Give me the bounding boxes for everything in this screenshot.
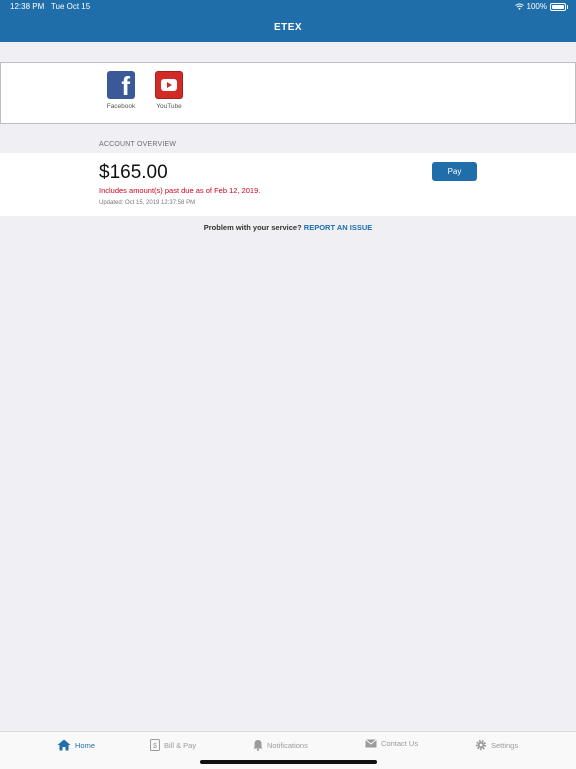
tab-notifications-label: Notifications	[267, 740, 308, 750]
wifi-icon	[514, 3, 524, 10]
status-indicators: 100%	[514, 2, 568, 11]
youtube-label: YouTube	[156, 103, 182, 110]
facebook-label: Facebook	[106, 103, 136, 110]
bell-icon	[253, 740, 263, 751]
report-issue-link[interactable]: REPORT AN ISSUE	[304, 223, 372, 232]
battery-percent: 100%	[526, 2, 547, 11]
past-due-notice: Includes amount(s) past due as of Feb 12…	[99, 186, 261, 195]
problem-banner: Problem with your service? REPORT AN ISS…	[0, 223, 576, 232]
account-overview-heading: ACCOUNT OVERVIEW	[99, 141, 177, 148]
bill-icon: $	[150, 739, 160, 751]
gear-icon	[475, 739, 487, 751]
tab-home-label: Home	[75, 740, 96, 750]
tab-settings[interactable]: Settings	[475, 739, 518, 751]
tab-home[interactable]: Home	[57, 739, 95, 751]
tab-settings-label: Settings	[491, 740, 519, 750]
tab-notifications[interactable]: Notifications	[253, 739, 308, 751]
tab-contact-us-label: Contact Us	[381, 739, 419, 748]
account-balance: $165.00	[99, 162, 168, 183]
social-links-card: f Facebook YouTube	[0, 62, 576, 124]
status-time-text: 12:38 PM	[10, 2, 45, 11]
updated-timestamp: Updated: Oct 15, 2019 12:37:58 PM	[99, 200, 196, 206]
envelope-icon	[365, 739, 377, 748]
home-icon	[57, 739, 71, 751]
youtube-link[interactable]: YouTube	[149, 71, 189, 110]
youtube-icon	[155, 71, 183, 99]
app-title: ETEX	[273, 22, 303, 33]
facebook-link[interactable]: f Facebook	[101, 71, 141, 110]
battery-icon	[550, 2, 568, 11]
account-overview-card: $165.00 Includes amount(s) past due as o…	[0, 153, 576, 216]
status-date-text: Tue Oct 15	[50, 2, 91, 11]
tab-contact-us[interactable]: Contact Us	[365, 739, 418, 748]
home-indicator[interactable]	[200, 760, 377, 764]
tab-bill-pay-label: Bill & Pay	[164, 740, 197, 750]
status-time: 12:38 PM Tue Oct 15	[10, 2, 90, 11]
tab-bill-pay[interactable]: $ Bill & Pay	[150, 739, 196, 751]
problem-text: Problem with your service?	[203, 223, 302, 232]
svg-text:$: $	[153, 743, 157, 750]
pay-button[interactable]: Pay	[432, 162, 477, 181]
facebook-icon: f	[107, 71, 135, 99]
app-header: 12:38 PM Tue Oct 15 100% ETEX	[0, 0, 576, 42]
